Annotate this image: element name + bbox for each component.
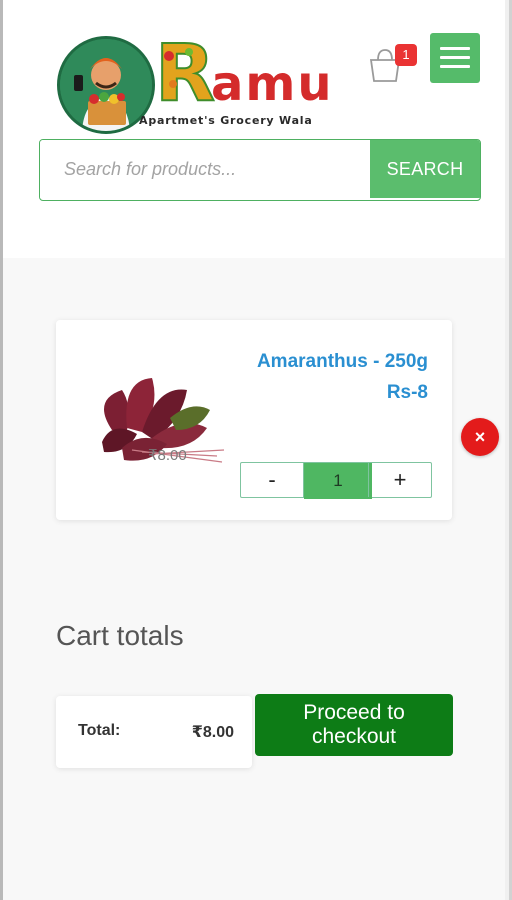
quantity-stepper: - +	[240, 462, 432, 499]
svg-text:R: R	[155, 34, 216, 114]
search-button[interactable]: SEARCH	[370, 140, 480, 198]
item-price: ₹8.00	[148, 447, 187, 464]
total-value: ₹8.00	[191, 724, 234, 741]
cart-count-badge: 1	[395, 44, 417, 66]
svg-text:amu: amu	[211, 56, 334, 112]
cart-totals-heading: Cart totals	[56, 620, 184, 651]
cart-page: ₹8.00 Amaranthus - 250g Rs-8 - + × Cart …	[3, 258, 505, 900]
quantity-input[interactable]	[304, 463, 372, 499]
proceed-to-checkout-button[interactable]: Proceed to checkout	[255, 694, 453, 756]
menu-line-icon	[440, 47, 470, 50]
site-header: R amu Apartmet's Grocery Wala 1 SEARCH	[3, 0, 505, 258]
checkout-label: Proceed to checkout	[303, 701, 405, 748]
logo-wordmark-graphic: R amu	[154, 28, 334, 120]
logo-tagline: Apartmet's Grocery Wala	[139, 114, 313, 127]
search-bar: SEARCH	[39, 139, 481, 201]
close-icon: ×	[474, 427, 486, 447]
remove-item-button[interactable]: ×	[461, 418, 499, 456]
menu-line-icon	[440, 56, 470, 59]
quantity-decrease-button[interactable]: -	[241, 463, 304, 497]
search-input[interactable]	[40, 140, 384, 198]
site-logo[interactable]: R amu Apartmet's Grocery Wala	[55, 28, 345, 136]
quantity-increase-button[interactable]: +	[368, 463, 431, 497]
menu-line-icon	[440, 65, 470, 68]
item-name-link[interactable]: Amaranthus - 250g Rs-8	[228, 346, 428, 408]
cart-item-card: ₹8.00 Amaranthus - 250g Rs-8 - +	[56, 320, 452, 520]
total-label: Total:	[78, 722, 121, 739]
hamburger-menu-button[interactable]	[430, 33, 480, 83]
totals-summary-card: Total: ₹8.00	[56, 696, 252, 768]
